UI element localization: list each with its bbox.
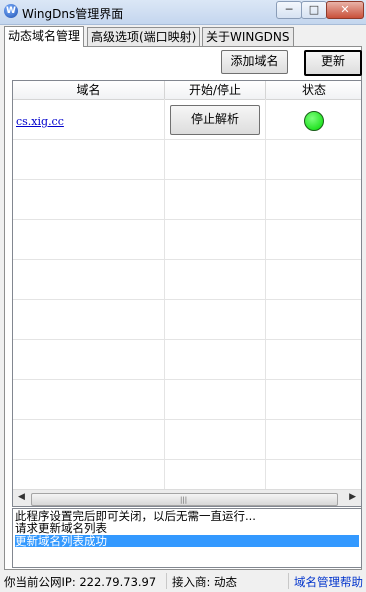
- status-bar: 你当前公网IP: 222.79.73.97 接入商: 动态 域名管理帮助: [0, 570, 366, 592]
- domain-help-link[interactable]: 域名管理帮助: [294, 574, 363, 590]
- grid-line: [13, 299, 361, 300]
- status-separator: [166, 573, 167, 589]
- status-running-icon: [304, 111, 324, 131]
- log-item-selected[interactable]: 更新域名列表成功: [15, 535, 359, 547]
- column-header-status[interactable]: 状态: [266, 81, 361, 99]
- grid-line: [13, 379, 361, 380]
- tab-about[interactable]: 关于WINGDNS: [202, 27, 294, 46]
- log-item[interactable]: 请求更新域名列表: [15, 522, 359, 534]
- minimize-button[interactable]: ─: [276, 1, 302, 19]
- log-listbox[interactable]: 此程序设置完后即可关闭，以后无需一直运行... 请求更新域名列表 更新域名列表成…: [12, 508, 362, 568]
- horizontal-scrollbar[interactable]: ◀ ||| ▶: [13, 489, 361, 506]
- grid-line: [13, 339, 361, 340]
- maximize-button[interactable]: □: [301, 1, 327, 19]
- grid-line: [265, 99, 266, 489]
- status-separator: [288, 573, 289, 589]
- refresh-button[interactable]: 更新: [304, 50, 362, 76]
- grid-line: [13, 459, 361, 460]
- column-header-start-stop[interactable]: 开始/停止: [165, 81, 266, 99]
- grid-line: [164, 99, 165, 489]
- grid-line: [13, 179, 361, 180]
- add-domain-button[interactable]: 添加域名: [221, 50, 288, 74]
- close-button[interactable]: ✕: [326, 1, 364, 19]
- title-bar[interactable]: W WingDns管理界面 ─ □ ✕: [0, 0, 366, 25]
- stop-resolve-button[interactable]: 停止解析: [170, 105, 260, 135]
- public-ip-text: 你当前公网IP: 222.79.73.97: [4, 575, 157, 589]
- app-window: W WingDns管理界面 ─ □ ✕ 动态域名管理 高级选项(端口映射) 关于…: [0, 0, 366, 592]
- grip-icon: |||: [180, 496, 188, 504]
- scroll-right-icon[interactable]: ▶: [349, 492, 356, 502]
- grid-line: [13, 259, 361, 260]
- column-header-domain[interactable]: 域名: [13, 81, 165, 99]
- domain-list[interactable]: 域名 开始/停止 状态 cs.xig.cc 停止解析 ◀ ||| ▶: [12, 80, 362, 507]
- scroll-thumb[interactable]: |||: [31, 493, 338, 506]
- isp-text: 接入商: 动态: [172, 575, 238, 589]
- grid-line: [13, 139, 361, 140]
- tab-advanced-port-mapping[interactable]: 高级选项(端口映射): [87, 27, 201, 46]
- tab-domain-management[interactable]: 动态域名管理: [4, 26, 85, 47]
- app-logo-icon: W: [4, 4, 18, 18]
- window-title: WingDns管理界面: [22, 7, 124, 21]
- grid-line: [13, 419, 361, 420]
- grid-line: [13, 219, 361, 220]
- scroll-left-icon[interactable]: ◀: [18, 492, 25, 502]
- list-header: 域名 开始/停止 状态: [13, 81, 361, 100]
- domain-link[interactable]: cs.xig.cc: [16, 115, 64, 128]
